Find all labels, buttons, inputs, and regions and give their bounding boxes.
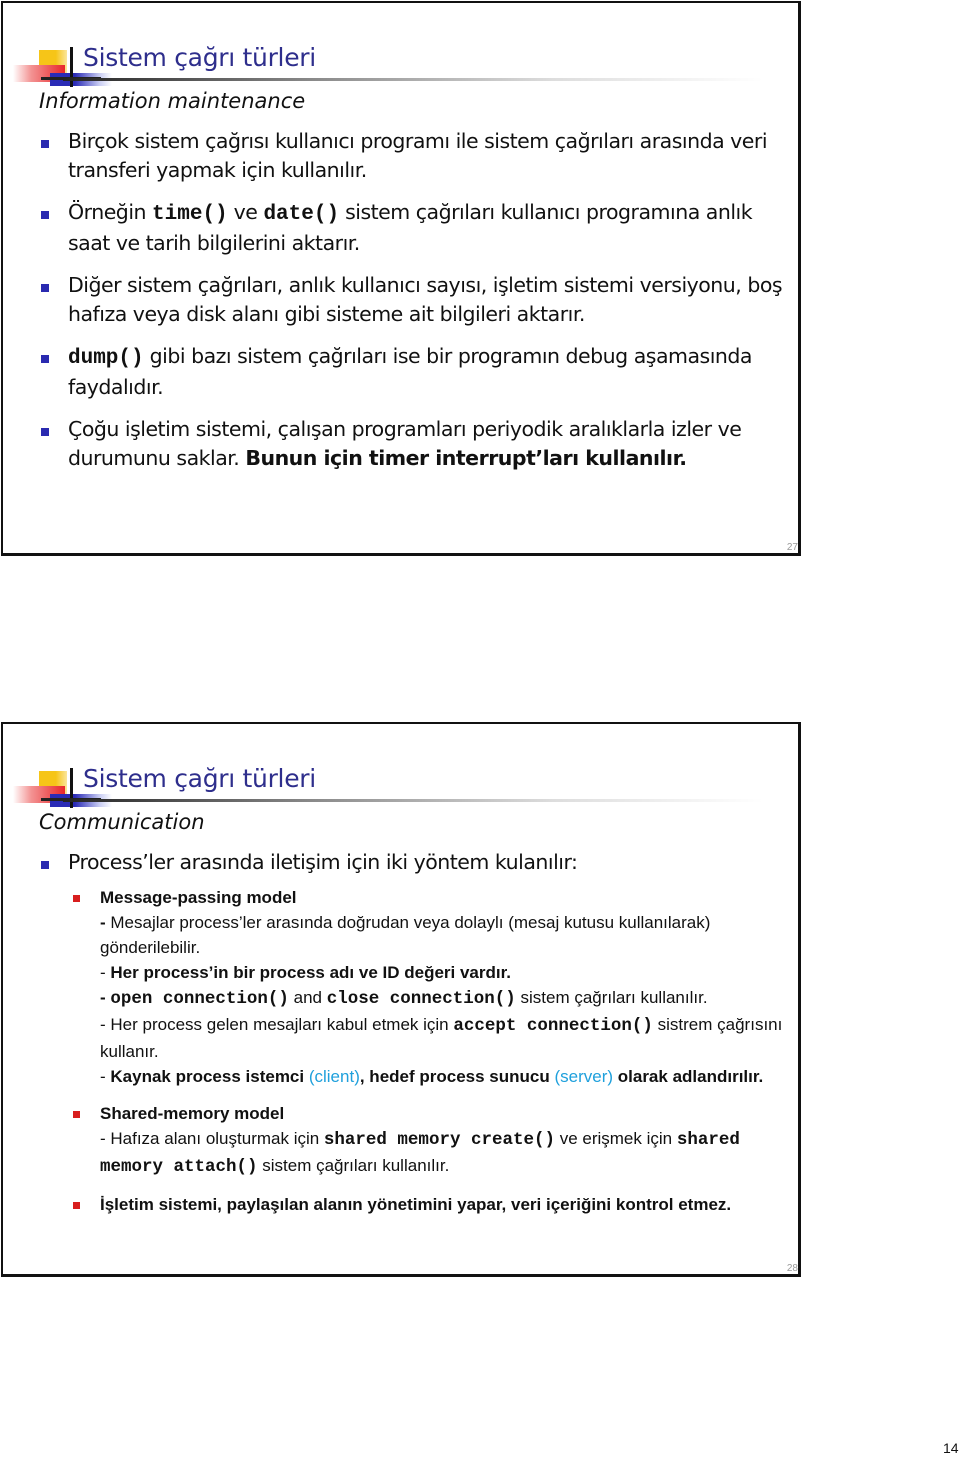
sub-text: sistem çağrıları kullanılır. [257,1156,450,1175]
bullet-text: gibi bazı sistem çağrıları ise bir progr… [68,344,753,399]
bullet-text: Diğer sistem çağrıları, anlık kullanıcı … [68,273,783,326]
code-time: time() [152,203,228,226]
slide-page-number: 28 [786,1263,798,1274]
sub-line: - open connection() and close connection… [100,985,784,1012]
slide-title: Sistem çağrı türleri [83,43,316,72]
sub-text: and [288,988,327,1007]
sub-line: - Hafıza alanı oluşturmak için shared me… [100,1126,784,1180]
slide-page-number: 27 [786,542,798,553]
slide-subtitle: Communication [39,810,205,834]
code-shared-memory-create: shared memory create() [323,1130,555,1150]
dash: - [100,963,111,982]
bullet-square-icon [41,428,49,436]
dash: - [100,1067,111,1086]
code-accept-connection: accept connection() [453,1016,653,1036]
sub-line: - Mesajlar process’ler arasında doğrudan… [100,910,784,960]
slide-communication: Sistem çağrı türleri Communication Proce… [1,722,801,1277]
slide-subtitle: Information maintenance [39,89,306,113]
bullet-item: Process’ler arasında iletişim için iki y… [39,848,784,877]
code-date: date() [263,203,340,226]
server-label: (server) [554,1067,614,1086]
sub-text: ve erişmek için [554,1129,677,1148]
code-dump: dump() [68,347,144,370]
slide-information-maintenance: Sistem çağrı türleri Information mainten… [1,1,801,556]
bullet-item: Örneğin time() ve date() sistem çağrılar… [39,198,784,258]
document-page-number: 14 [943,1440,959,1456]
sub-bullet-square-icon [73,1111,80,1118]
code-close-connection: close connection() [326,989,516,1009]
bullet-item: Birçok sistem çağrısı kullanıcı programı… [39,127,784,185]
bullet-item: Diğer sistem çağrıları, anlık kullanıcı … [39,271,784,329]
bullet-square-icon [41,861,49,869]
sub-text: - Her process gelen mesajları kabul etme… [100,1015,454,1034]
bullet-item: dump() gibi bazı sistem çağrıları ise bi… [39,342,784,402]
sub-bold-text: , hedef process sunucu [359,1067,555,1086]
slide-content: Process’ler arasında iletişim için iki y… [39,848,784,1217]
sub-bullet-shared-memory: Shared-memory model - Hafıza alanı oluşt… [39,1101,784,1180]
slide-content: Birçok sistem çağrısı kullanıcı programı… [39,127,784,486]
bullet-item: Çoğu işletim sistemi, çalışan programlar… [39,415,784,473]
sub-line: - Her process gelen mesajları kabul etme… [100,1012,784,1064]
dash: - [100,988,111,1007]
title-underline [63,78,763,81]
sub-heading: Message-passing model [100,888,297,907]
bullet-square-icon [41,140,49,148]
sub-text: - Hafıza alanı oluşturmak için [100,1129,324,1148]
bullet-square-icon [41,211,49,219]
sub-line: - Her process’in bir process adı ve ID d… [100,960,784,985]
slide-title: Sistem çağrı türleri [83,764,316,793]
bullet-bold-text: Bunun için timer interrupt’ları kullanıl… [245,446,687,470]
client-label: (client) [308,1067,360,1086]
sub-bullet-os-management: İşletim sistemi, paylaşılan alanın yönet… [39,1192,784,1217]
sub-heading: Shared-memory model [100,1104,285,1123]
sub-bold-text: olarak adlandırılır. [613,1067,764,1086]
sub-bold-text: İşletim sistemi, paylaşılan alanın yönet… [100,1195,732,1214]
sub-text: Mesajlar process’ler arasında doğrudan v… [100,913,711,957]
title-underline [63,799,763,802]
sub-text: sistem çağrıları kullanılır. [515,988,708,1007]
bullet-square-icon [41,355,49,363]
code-open-connection: open connection() [110,989,289,1009]
sub-bold-text: Kaynak process istemci [110,1067,309,1086]
bullet-text: Process’ler arasında iletişim için iki y… [68,850,578,874]
dash: - [100,913,111,932]
sub-bold-text: Her process’in bir process adı ve ID değ… [110,963,512,982]
bullet-square-icon [41,284,49,292]
bullet-text: Örneğin [68,200,153,224]
bullet-text: Birçok sistem çağrısı kullanıcı programı… [68,129,768,182]
sub-bullet-message-passing: Message-passing model - Mesajlar process… [39,885,784,1089]
bullet-text: ve [227,200,264,224]
sub-bullet-square-icon [73,895,80,902]
sub-bullet-square-icon [73,1202,80,1209]
sub-line: - Kaynak process istemci (client), hedef… [100,1064,784,1089]
